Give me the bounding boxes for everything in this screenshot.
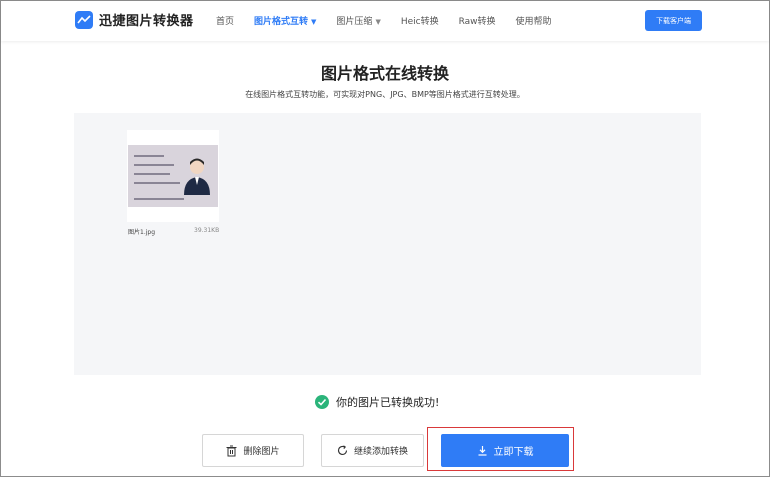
file-name: 图片1.jpg (128, 229, 156, 236)
success-text: 你的图片已转换成功! (336, 396, 440, 409)
image-preview (128, 145, 218, 207)
nav-item-compress[interactable]: 图片压缩 ▼ (336, 14, 380, 27)
nav-label: 图片压缩 (336, 17, 373, 27)
nav-label: 使用帮助 (515, 17, 552, 27)
nav-item-home[interactable]: 首页 (216, 14, 234, 27)
portrait-icon (184, 158, 210, 195)
refresh-icon (337, 445, 348, 456)
delete-label: 删除图片 (243, 447, 280, 457)
nav-item-format-convert[interactable]: 图片格式互转 ▼ (254, 14, 316, 27)
highlight-box (427, 427, 574, 471)
nav-label: Heic转换 (400, 17, 439, 27)
logo[interactable]: 迅捷图片转换器 (75, 10, 194, 29)
continue-add-button[interactable]: 继续添加转换 (321, 434, 424, 467)
delete-image-button[interactable]: 删除图片 (202, 434, 304, 467)
chevron-down-icon: ▼ (375, 18, 381, 26)
success-message: 你的图片已转换成功! (315, 394, 439, 410)
download-client-button[interactable]: 下载客户端 (645, 10, 702, 31)
logo-icon (75, 10, 93, 29)
file-size: 39.31KB (194, 227, 220, 234)
chevron-down-icon: ▼ (311, 18, 317, 26)
top-navbar: 迅捷图片转换器 首页 图片格式互转 ▼ 图片压缩 ▼ Heic转换 Raw转换 使用… (1, 1, 769, 41)
add-label: 继续添加转换 (353, 447, 408, 457)
page-subtitle: 在线图片格式互转功能，可实现对PNG、JPG、BMP等图片格式进行互转处理。 (245, 90, 525, 99)
check-circle-icon (315, 395, 329, 409)
logo-text: 迅捷图片转换器 (99, 14, 194, 29)
nav-item-help[interactable]: 使用帮助 (516, 14, 552, 27)
nav-label: 图片格式互转 (254, 17, 309, 27)
page-title: 图片格式在线转换 (320, 64, 449, 83)
main-nav: 首页 图片格式互转 ▼ 图片压缩 ▼ Heic转换 Raw转换 使用帮助 (216, 14, 572, 27)
trash-icon (226, 445, 237, 457)
nav-label: 首页 (216, 17, 235, 27)
nav-label: Raw转换 (458, 17, 496, 27)
nav-item-heic[interactable]: Heic转换 (401, 14, 439, 27)
nav-item-raw[interactable]: Raw转换 (459, 14, 496, 27)
